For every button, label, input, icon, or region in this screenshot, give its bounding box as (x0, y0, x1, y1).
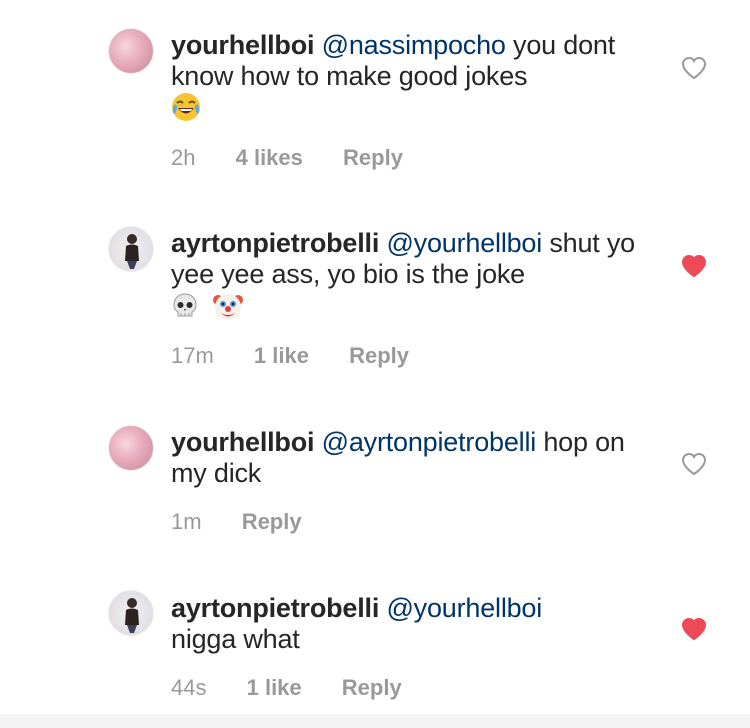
avatar[interactable] (108, 226, 154, 272)
comment-time: 17m (171, 343, 214, 368)
skull-emoji (171, 292, 199, 327)
face-with-tears-of-joy-emoji (171, 92, 201, 129)
comment-text: ayrtonpietrobelli @yourhellboi nigga wha… (171, 593, 651, 655)
reply-button[interactable]: Reply (242, 509, 302, 534)
heart-outline-icon[interactable] (681, 56, 707, 80)
comment-meta: 2h 4 likes Reply (171, 145, 437, 171)
comment-username[interactable]: yourhellboi (171, 427, 315, 457)
comment-mention[interactable]: @yourhellboi (386, 228, 542, 258)
comment-likes[interactable]: 1 like (247, 675, 302, 700)
clown-face-emoji (212, 290, 244, 329)
comment-likes[interactable]: 1 like (254, 343, 309, 368)
reply-button[interactable]: Reply (343, 145, 403, 170)
avatar-figure-icon (125, 234, 139, 269)
bottom-divider (0, 714, 750, 728)
comment-meta: 1m Reply (171, 509, 336, 535)
comment-mention[interactable]: @nassimpocho (322, 30, 506, 60)
comment-username[interactable]: yourhellboi (171, 30, 315, 60)
comment-time: 2h (171, 145, 196, 170)
heart-filled-icon[interactable] (681, 254, 707, 278)
comment-text: ayrtonpietrobelli @yourhellboi shut yo y… (171, 228, 651, 329)
avatar[interactable] (108, 28, 154, 74)
comment-meta: 44s 1 like Reply (171, 675, 436, 701)
comment-text: yourhellboi @nassimpocho you dont know h… (171, 30, 651, 129)
comment-username[interactable]: ayrtonpietrobelli (171, 228, 379, 258)
reply-button[interactable]: Reply (342, 675, 402, 700)
comment-meta: 17m 1 like Reply (171, 343, 443, 369)
comment-username[interactable]: ayrtonpietrobelli (171, 593, 379, 623)
comment-time: 44s (171, 675, 207, 700)
avatar[interactable] (108, 590, 154, 636)
reply-button[interactable]: Reply (349, 343, 409, 368)
heart-filled-icon[interactable] (681, 617, 707, 641)
avatar-figure-icon (125, 598, 139, 633)
comment-text: yourhellboi @ayrtonpietrobelli hop on my… (171, 427, 651, 489)
comment-body: nigga what (171, 624, 300, 654)
comment-mention[interactable]: @yourhellboi (386, 593, 542, 623)
comment-mention[interactable]: @ayrtonpietrobelli (322, 427, 537, 457)
heart-outline-icon[interactable] (681, 452, 707, 476)
comment-likes[interactable]: 4 likes (236, 145, 303, 170)
comment-time: 1m (171, 509, 202, 534)
avatar[interactable] (108, 425, 154, 471)
